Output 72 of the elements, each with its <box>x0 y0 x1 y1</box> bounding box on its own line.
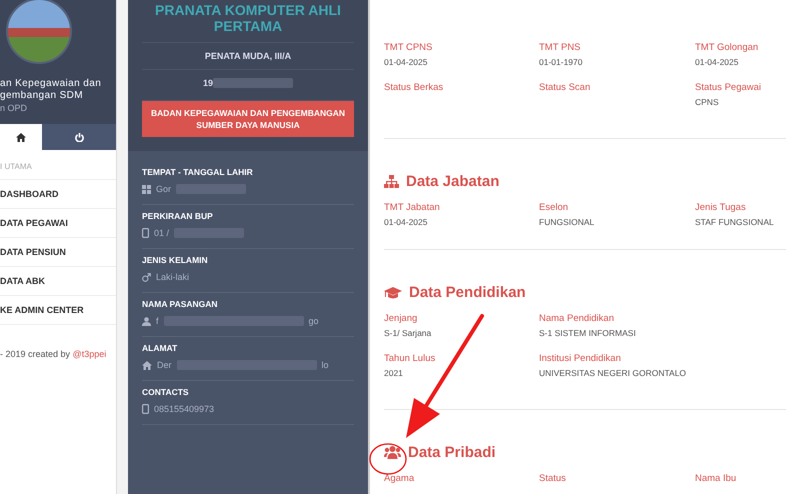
info-value: Laki-laki <box>156 272 190 282</box>
info-label: PERKIRAAN BUP <box>142 211 214 221</box>
position-title: PRANATA KOMPUTER AHLI <box>154 2 342 18</box>
users-icon <box>384 446 401 459</box>
info-label: CONTACTS <box>142 387 190 397</box>
field-label: Status Berkas <box>384 82 444 93</box>
field-label: Status <box>539 473 567 484</box>
info-value: 085155409973 <box>154 404 214 414</box>
rank-text: PENATA MUDA, III/A <box>204 51 292 61</box>
field-value: 01-04-2025 <box>695 57 740 67</box>
field-label: Nama Pendidikan <box>539 313 615 324</box>
author-link[interactable]: @t3ppei <box>72 349 106 359</box>
field-label: Status Pegawai <box>695 82 762 93</box>
section-title: Data Jabatan <box>406 173 500 190</box>
field-label: Agama <box>384 473 416 484</box>
info-value: Der <box>157 360 172 370</box>
menu-item[interactable]: DATA ABK <box>0 267 116 296</box>
field-label: TMT Golongan <box>695 42 760 53</box>
sitemap-icon <box>384 175 399 188</box>
mobile-phone-icon <box>142 228 149 238</box>
section-title: Data Pendidikan <box>409 284 526 301</box>
field-value: 01-04-2025 <box>384 217 428 227</box>
field-label: Eselon <box>539 202 570 213</box>
power-icon <box>74 132 84 142</box>
field-value: FUNGSIONAL <box>539 217 596 227</box>
house-icon <box>142 360 152 370</box>
menu-item[interactable]: DATA PEGAWAI <box>0 209 116 238</box>
info-value: Gor <box>156 184 172 194</box>
field-value: STAF FUNGSIONAL <box>695 217 775 227</box>
menu-header: I UTAMA <box>0 150 116 180</box>
field-value: 01-04-2025 <box>384 57 428 67</box>
menu-item[interactable]: DATA PENSIUN <box>0 238 116 267</box>
info-value: go <box>308 316 319 326</box>
info-label: JENIS KELAMIN <box>142 255 209 265</box>
field-value: 01-01-1970 <box>539 57 584 67</box>
footer-text: - 2019 created by @t3ppei <box>0 348 108 359</box>
field-label: Jenjang <box>384 313 418 324</box>
info-value: 01 / <box>154 228 170 238</box>
field-value: UNIVERSITAS NEGERI GORONTALO <box>539 368 688 378</box>
position-title: PERTAMA <box>212 18 284 34</box>
home-icon <box>16 132 26 142</box>
info-label: NAMA PASANGAN <box>142 299 219 309</box>
field-value: 2021 <box>384 368 404 378</box>
male-icon <box>142 272 151 282</box>
field-label: Status Scan <box>539 82 592 93</box>
grid-icon <box>142 184 151 194</box>
nip-text: 19 <box>202 78 213 88</box>
field-value: S-1/ Sarjana <box>384 328 432 338</box>
field-label: TMT Jabatan <box>384 202 441 213</box>
organization-subtitle: n OPD <box>0 102 28 115</box>
field-label: Nama Ibu <box>695 473 738 484</box>
section-title: Data Pribadi <box>408 444 496 461</box>
field-label: Institusi Pendidikan <box>539 353 622 364</box>
info-value: lo <box>322 360 329 370</box>
field-value: S-1 SISTEM INFORMASI <box>539 328 637 338</box>
field-label: Tahun Lulus <box>384 353 436 364</box>
annotation-circle <box>369 443 407 475</box>
field-value: CPNS <box>695 97 720 107</box>
info-value: f <box>156 316 159 326</box>
mobile-phone-icon <box>142 404 149 414</box>
info-label: ALAMAT <box>142 343 178 353</box>
organization-name: gembangan SDM <box>0 90 84 102</box>
graduation-cap-icon <box>384 286 402 298</box>
user-icon <box>142 316 151 326</box>
organization-name: an Kepegawaian dan <box>0 78 102 90</box>
field-label: TMT CPNS <box>384 42 434 53</box>
menu-item[interactable]: DASHBOARD <box>0 180 116 209</box>
menu-item[interactable]: KE ADMIN CENTER <box>0 296 116 325</box>
field-label: Jenis Tugas <box>695 202 747 213</box>
field-label: TMT PNS <box>539 42 582 53</box>
info-label: TEMPAT - TANGGAL LAHIR <box>142 167 254 177</box>
unit-badge: BADAN KEPEGAWAIAN DAN PENGEMBANGAN SUMBER DAYA MANUSIA <box>142 100 354 137</box>
